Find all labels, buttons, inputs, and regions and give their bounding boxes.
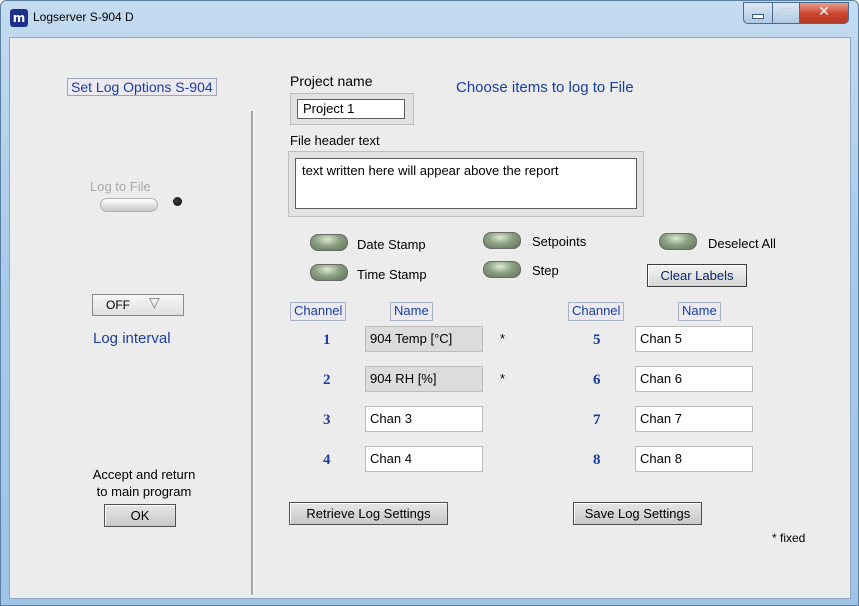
channel-number: 5 [593, 332, 601, 348]
deselect-all-label: Deselect All [708, 236, 776, 251]
project-name-label: Project name [290, 73, 373, 89]
step-label: Step [532, 263, 559, 278]
log-to-file-toggle[interactable] [100, 198, 158, 212]
date-stamp-toggle[interactable] [310, 234, 348, 251]
setpoints-toggle[interactable] [483, 232, 521, 249]
fixed-footnote: * fixed [772, 531, 806, 545]
deselect-all-toggle[interactable] [659, 233, 697, 250]
name-column-header-left: Name [390, 302, 433, 321]
setpoints-label: Setpoints [532, 234, 587, 249]
app-icon[interactable]: m [10, 9, 28, 27]
file-header-input[interactable]: text written here will appear above the … [295, 158, 637, 209]
set-log-options-title: Set Log Options S-904 [67, 78, 217, 96]
fixed-marker: * [500, 331, 506, 346]
channel-name-field-2: 904 RH [%] [365, 366, 483, 392]
accept-return-text: Accept and return to main program [92, 467, 196, 499]
channel-name-field-3[interactable]: Chan 3 [365, 406, 483, 432]
date-stamp-label: Date Stamp [357, 237, 426, 252]
channel-name-field-4[interactable]: Chan 4 [365, 446, 483, 472]
channel-name-field-7[interactable]: Chan 7 [635, 406, 753, 432]
file-header-frame: text written here will appear above the … [288, 151, 644, 217]
channel-number: 2 [323, 372, 331, 388]
channel-number: 1 [323, 332, 331, 348]
time-stamp-label: Time Stamp [357, 267, 427, 282]
channel-name-field-8[interactable]: Chan 8 [635, 446, 753, 472]
channel-name-field-6[interactable]: Chan 6 [635, 366, 753, 392]
channel-name-field-5[interactable]: Chan 5 [635, 326, 753, 352]
step-toggle[interactable] [483, 261, 521, 278]
choose-items-heading: Choose items to log to File [456, 79, 634, 96]
title-bar[interactable]: m Logserver S-904 D ✕ [1, 1, 858, 37]
channel-number: 7 [593, 412, 601, 428]
close-icon: ✕ [818, 4, 830, 20]
log-indicator-led [173, 197, 182, 206]
window-title: Logserver S-904 D [33, 10, 134, 24]
minimize-icon [744, 14, 772, 19]
client-area: Set Log Options S-904 Log to File OFF ▽ … [9, 37, 851, 599]
name-column-header-right: Name [678, 302, 721, 321]
log-to-file-label: Log to File [90, 179, 151, 194]
ok-button[interactable]: OK [104, 504, 176, 527]
channel-number: 4 [323, 452, 331, 468]
project-name-input[interactable]: Project 1 [297, 99, 405, 119]
panel-divider [251, 111, 254, 595]
save-log-settings-button[interactable]: Save Log Settings [573, 502, 702, 525]
clear-labels-button[interactable]: Clear Labels [647, 264, 747, 287]
close-button[interactable]: ✕ [799, 2, 849, 24]
channel-name-field-1: 904 Temp [°C] [365, 326, 483, 352]
channel-column-header-left: Channel [290, 302, 347, 321]
channel-number: 8 [593, 452, 601, 468]
maximize-icon [773, 8, 799, 18]
minimize-button[interactable] [743, 2, 773, 24]
time-stamp-toggle[interactable] [310, 264, 348, 281]
channel-number: 3 [323, 412, 331, 428]
application-window: m Logserver S-904 D ✕ Set Log Options S-… [0, 0, 859, 606]
log-interval-dropdown[interactable]: OFF ▽ [92, 294, 184, 316]
file-header-label: File header text [290, 133, 380, 148]
retrieve-log-settings-button[interactable]: Retrieve Log Settings [289, 502, 448, 525]
fixed-marker: * [500, 371, 506, 386]
log-interval-value: OFF [106, 298, 130, 312]
channel-number: 6 [593, 372, 601, 388]
project-name-frame: Project 1 [290, 93, 414, 125]
maximize-button[interactable] [772, 2, 800, 24]
channel-column-header-right: Channel [568, 302, 625, 321]
log-interval-label: Log interval [93, 330, 171, 347]
dropdown-arrow-icon: ▽ [149, 294, 160, 310]
